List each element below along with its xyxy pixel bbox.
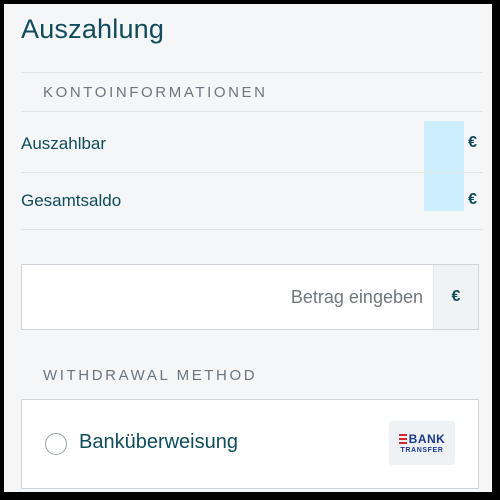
account-info-heading: KONTOINFORMATIONEN (21, 72, 483, 112)
info-row-label: Auszahlbar (21, 134, 107, 153)
info-row-gesamtsaldo: Gesamtsaldo € (21, 173, 483, 230)
amount-field: € (21, 264, 479, 330)
currency-symbol: € (468, 134, 477, 151)
info-row-auszahlbar: Auszahlbar € (21, 116, 483, 173)
amount-currency-suffix: € (433, 265, 478, 329)
account-info-heading-label: KONTOINFORMATIONEN (43, 83, 268, 101)
bank-transfer-logo: BANK TRANSFER (389, 421, 455, 465)
withdrawal-method-bank-transfer[interactable]: Banküberweisung BANK TRANSFER (21, 399, 479, 489)
withdrawal-panel: Auszahlung KONTOINFORMATIONEN Auszahlbar… (4, 4, 492, 492)
bank-stripes-icon (398, 433, 407, 445)
currency-symbol: € (468, 191, 477, 208)
withdrawal-method-heading: WITHDRAWAL METHOD (21, 356, 483, 394)
amount-input[interactable] (22, 265, 433, 329)
withdrawal-method-heading-label: WITHDRAWAL METHOD (43, 366, 258, 384)
bank-logo-text: BANK (408, 431, 446, 446)
method-radio[interactable] (45, 433, 67, 455)
info-row-label: Gesamtsaldo (21, 191, 122, 210)
page-title: Auszahlung (21, 14, 165, 44)
method-label: Banküberweisung (79, 431, 238, 453)
bank-logo-subtext: TRANSFER (400, 446, 444, 454)
